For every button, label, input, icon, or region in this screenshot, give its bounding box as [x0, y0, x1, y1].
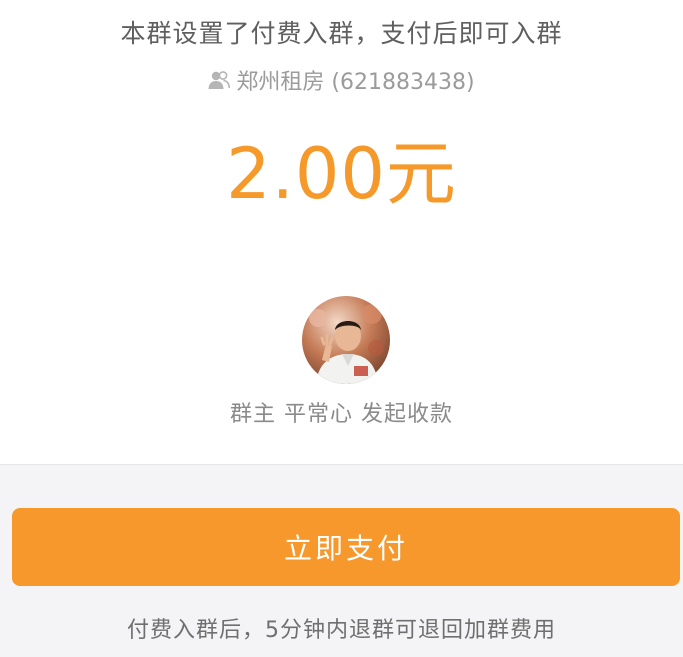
refund-policy-note: 付费入群后，5分钟内退群可退回加群费用 [127, 618, 556, 643]
payment-amount: 2.00元 [226, 133, 457, 215]
payment-info-panel: 本群设置了付费入群，支付后即可入群 郑州租房 (621883438) 2.00元 [0, 0, 683, 464]
user-avatar [302, 296, 390, 384]
pay-now-button[interactable]: 立即支付 [12, 508, 680, 586]
group-name-and-id: 郑州租房 (621883438) [236, 70, 475, 95]
group-members-icon [208, 70, 231, 90]
payment-collector-text: 群主 平常心 发起收款 [230, 402, 453, 427]
group-info: 郑州租房 (621883438) [0, 64, 683, 96]
paid-join-notice: 本群设置了付费入群，支付后即可入群 [120, 19, 563, 48]
